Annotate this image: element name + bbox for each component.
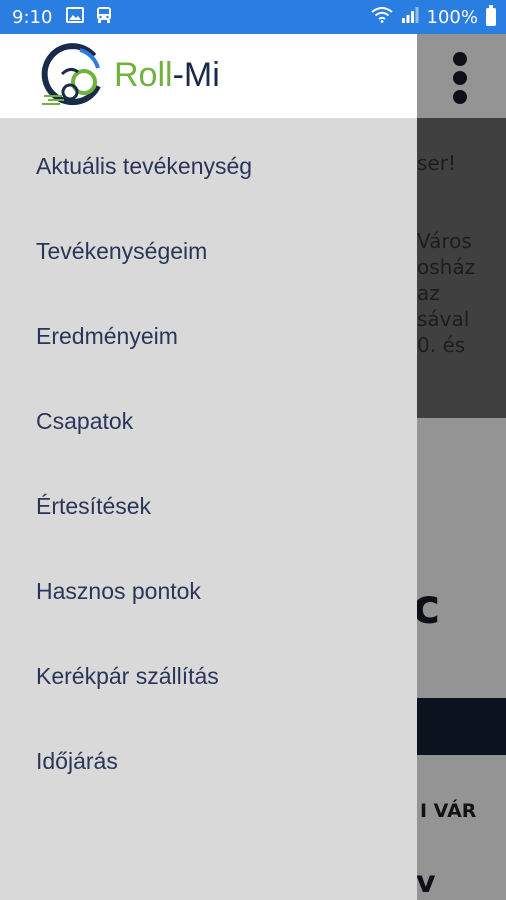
status-time: 9:10 bbox=[12, 6, 53, 28]
menu-item-current-activity[interactable]: Aktuális tevékenység bbox=[0, 124, 417, 209]
bus-icon bbox=[96, 6, 112, 29]
drawer-menu: Aktuális tevékenység Tevékenységeim Ered… bbox=[0, 118, 417, 804]
drawer-header: Roll-Mi bbox=[0, 34, 417, 118]
logo-word-mi: -Mi bbox=[172, 56, 220, 94]
image-icon bbox=[66, 6, 85, 28]
app-logo-text: Roll-Mi bbox=[114, 56, 220, 95]
battery-level: 100% bbox=[426, 6, 478, 28]
menu-item-weather[interactable]: Időjárás bbox=[0, 719, 417, 804]
logo-word-roll: Roll bbox=[114, 56, 173, 94]
wifi-icon bbox=[370, 6, 393, 28]
menu-item-my-activities[interactable]: Tevékenységeim bbox=[0, 209, 417, 294]
roll-mi-logo-icon bbox=[40, 42, 104, 108]
menu-item-useful-points[interactable]: Hasznos pontok bbox=[0, 549, 417, 634]
battery-icon bbox=[486, 5, 496, 26]
menu-item-bike-transport[interactable]: Kerékpár szállítás bbox=[0, 634, 417, 719]
menu-item-my-results[interactable]: Eredményeim bbox=[0, 294, 417, 379]
signal-icon bbox=[401, 6, 419, 28]
menu-item-teams[interactable]: Csapatok bbox=[0, 379, 417, 464]
navigation-drawer: Roll-Mi Aktuális tevékenység Tevékenység… bbox=[0, 34, 417, 900]
status-bar: 9:10 100% bbox=[0, 0, 506, 34]
menu-item-notifications[interactable]: Értesítések bbox=[0, 464, 417, 549]
